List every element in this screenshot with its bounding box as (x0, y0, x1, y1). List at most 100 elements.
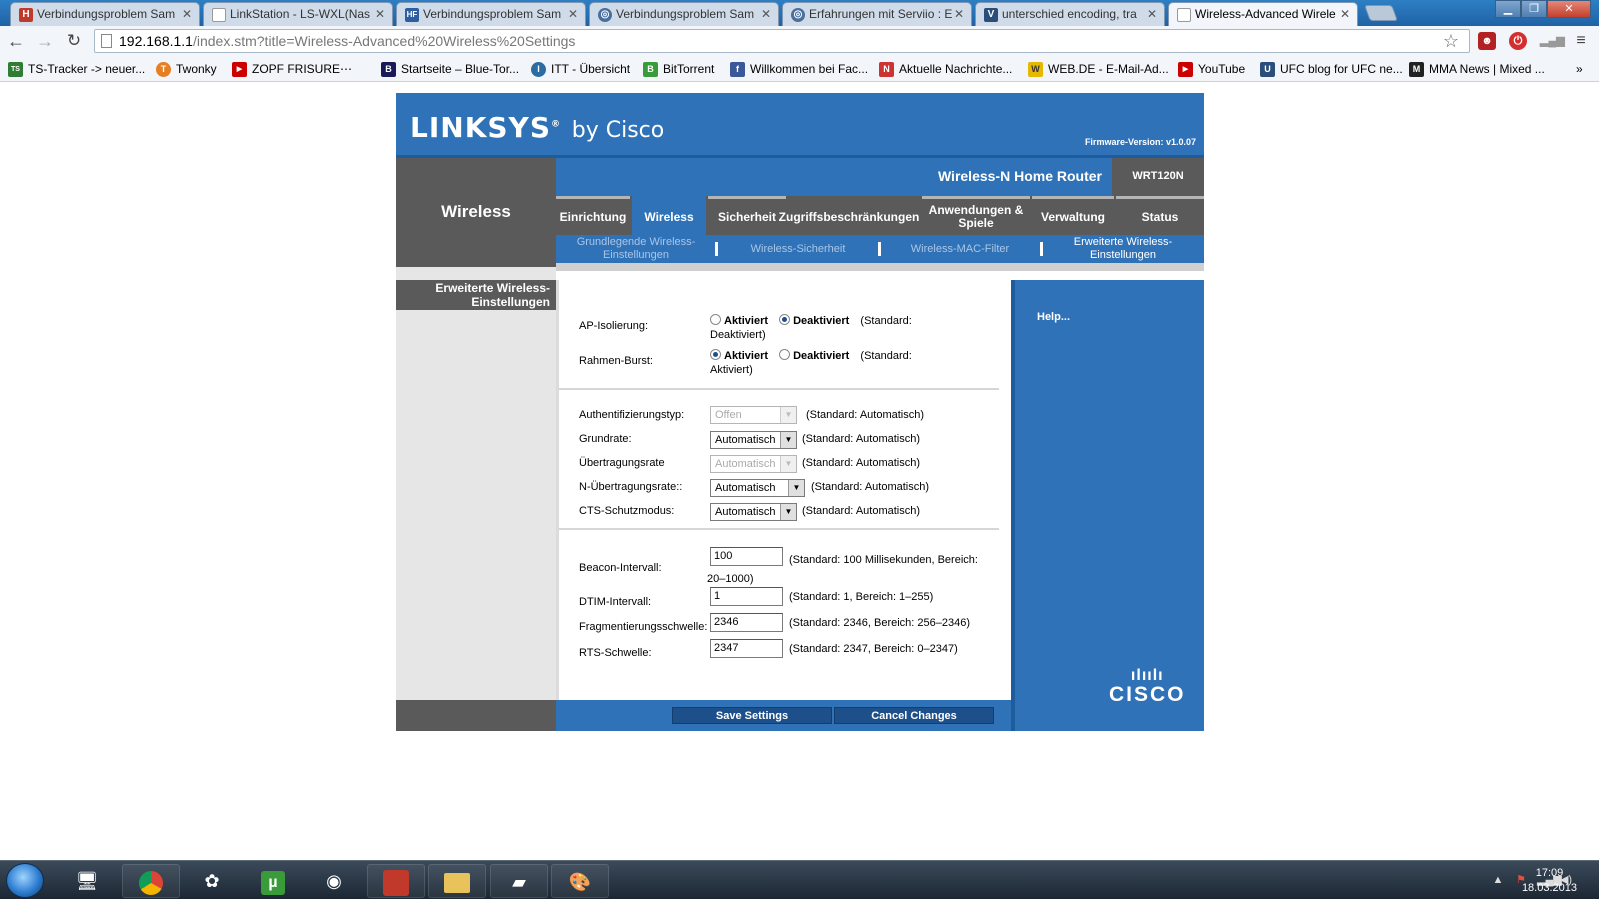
bookmark-ts-tracker[interactable]: TS TS-Tracker -> neuer... (8, 56, 145, 82)
close-icon[interactable]: ✕ (375, 3, 385, 26)
close-icon[interactable]: ✕ (761, 3, 771, 26)
tab-strip: H Verbindungsproblem Sam ✕ LinkStation -… (0, 0, 1599, 26)
close-icon[interactable]: ✕ (954, 3, 964, 26)
subtab-erweiterte[interactable]: Erweiterte Wireless-Einstellungen (1048, 235, 1198, 263)
new-tab-button[interactable] (1364, 5, 1398, 21)
dtim-input[interactable]: 1 (710, 587, 783, 606)
auth-type-select[interactable]: Offen ▼ (710, 406, 797, 424)
bookmark-blue-tor[interactable]: B Startseite – Blue-Tor... (381, 56, 519, 82)
tab-verbindungsproblem-3[interactable]: ◎ Verbindungsproblem Sam ✕ (589, 2, 779, 26)
media-player-icon[interactable]: ◉ (305, 864, 363, 898)
close-icon[interactable]: ✕ (568, 3, 578, 26)
tab-verbindungsproblem-2[interactable]: HF Verbindungsproblem Sam ✕ (396, 2, 586, 26)
extension-icon[interactable]: ☻ (1478, 32, 1496, 50)
tab-status[interactable]: Status (1116, 196, 1204, 235)
tab-zugriffsbeschraenkungen[interactable]: Zugriffsbeschränkungen (778, 196, 920, 235)
tab-title: Verbindungsproblem Sam (37, 7, 176, 21)
folder-icon[interactable] (428, 864, 486, 898)
tab-verbindungsproblem-1[interactable]: H Verbindungsproblem Sam ✕ (10, 2, 200, 26)
n-tx-rate-select[interactable]: Automatisch ▼ (710, 479, 805, 497)
tab-wireless-advanced[interactable]: Wireless-Advanced Wirele ✕ (1168, 2, 1358, 26)
star-icon[interactable]: ☆ (1443, 31, 1459, 52)
chrome-icon[interactable] (122, 864, 180, 898)
tab-verwaltung[interactable]: Verwaltung (1032, 196, 1114, 235)
bookmark-mma-news[interactable]: M MMA News | Mixed ... (1409, 56, 1545, 82)
minimize-button[interactable]: ▁ (1495, 0, 1521, 18)
page-favicon-icon (212, 8, 226, 22)
bookmark-nachrichten[interactable]: N Aktuelle Nachrichte... (879, 56, 1012, 82)
address-bar[interactable]: 192.168.1.1/index.stm?title=Wireless-Adv… (94, 29, 1470, 53)
cancel-changes-button[interactable]: Cancel Changes (834, 707, 994, 724)
tab-sicherheit[interactable]: Sicherheit (708, 196, 786, 235)
forward-icon[interactable]: → (35, 31, 55, 51)
clock[interactable]: 17:09 18.03.2013 (1522, 866, 1577, 896)
menu-icon[interactable]: ≡ (1572, 32, 1590, 50)
utorrent-icon[interactable]: µ (244, 864, 302, 898)
media-app-icon[interactable] (367, 864, 425, 898)
tx-rate-hint: (Standard: Automatisch) (802, 457, 921, 469)
tab-einrichtung[interactable]: Einrichtung (556, 196, 630, 235)
cisco-logo: ılıılı CISCO (1109, 667, 1186, 706)
reload-icon[interactable]: ↻ (64, 31, 84, 51)
basic-rate-label: Grundrate: (579, 433, 632, 445)
adblock-icon[interactable]: ⏻ (1509, 32, 1527, 50)
cts-mode-hint: (Standard: Automatisch) (802, 505, 921, 517)
chevron-down-icon: ▼ (780, 504, 796, 520)
bookmark-youtube[interactable]: ▶ YouTube (1178, 56, 1245, 82)
close-icon[interactable]: ✕ (182, 3, 192, 26)
youtube-icon: ▶ (1178, 62, 1193, 77)
bookmark-itt[interactable]: I ITT - Übersicht (531, 56, 630, 82)
close-icon[interactable]: ✕ (1147, 3, 1157, 26)
close-icon[interactable]: ✕ (1340, 3, 1350, 26)
frag-hint: (Standard: 2346, Bereich: 256–2346) (789, 617, 971, 629)
subtab-grundlegende[interactable]: Grundlegende Wireless-Einstellungen (562, 235, 710, 263)
cts-mode-select[interactable]: Automatisch ▼ (710, 503, 797, 521)
frame-burst-off-radio[interactable] (779, 349, 791, 360)
bookmark-facebook[interactable]: f Willkommen bei Fac... (730, 56, 868, 82)
back-icon[interactable]: ← (6, 31, 26, 51)
tab-unterschied-encoding[interactable]: V unterschied encoding, tra ✕ (975, 2, 1165, 26)
tab-wireless[interactable]: Wireless (632, 196, 706, 235)
tx-rate-select[interactable]: Automatisch ▼ (710, 455, 797, 473)
rts-input[interactable]: 2347 (710, 639, 783, 658)
taskbar: 🖥 ✿ µ ◉ ▰ 🎨 ▲ ⚑ ▂▄▆ ◀) 17:09 18.03.2013 (0, 860, 1599, 899)
footer-bar: Save Settings Cancel Changes (396, 700, 1011, 731)
start-button[interactable] (6, 863, 44, 898)
ap-isolation-on-radio[interactable] (710, 314, 721, 325)
bookmark-twonky[interactable]: T Twonky (156, 56, 217, 82)
frag-input[interactable]: 2346 (710, 613, 783, 632)
basic-rate-select[interactable]: Automatisch ▼ (710, 431, 797, 449)
basic-rate-hint: (Standard: Automatisch) (802, 433, 921, 445)
tx-rate-label: Übertragungsrate (579, 457, 665, 469)
settings-form: AP-Isolierung: Aktiviert Deaktiviert (St… (556, 280, 1011, 700)
close-window-button[interactable]: ✕ (1547, 0, 1591, 18)
bookmark-zopf-frisure[interactable]: ▶ ZOPF FRISURE⋯ (232, 56, 352, 82)
product-name: Wireless-N Home Router (937, 168, 1102, 184)
bookmark-ufc-blog[interactable]: U UFC blog for UFC ne... (1260, 56, 1403, 82)
bookmark-webde[interactable]: W WEB.DE - E-Mail-Ad... (1028, 56, 1169, 82)
beacon-label: Beacon-Intervall: (579, 562, 662, 574)
tab-linkstation[interactable]: LinkStation - LS-WXL(Nas ✕ (203, 2, 393, 26)
cts-mode-label: CTS-Schutzmodus: (579, 505, 675, 517)
games-icon[interactable]: ✿ (183, 864, 241, 898)
save-settings-button[interactable]: Save Settings (672, 707, 832, 724)
bookmark-bittorrent[interactable]: B BitTorrent (643, 56, 714, 82)
help-link[interactable]: Help... (1037, 311, 1070, 323)
subtab-mac-filter[interactable]: Wireless-MAC-Filter (886, 235, 1034, 263)
more-bookmarks-button[interactable]: » (1576, 56, 1583, 82)
router-header: LINKSYS® by Cisco Firmware-Version: v1.0… (396, 93, 1204, 158)
browser-toolbar: ← → ↻ 192.168.1.1/index.stm?title=Wirele… (0, 26, 1599, 56)
main-nav: Einrichtung Wireless Sicherheit Zugriffs… (556, 196, 1204, 235)
tab-erfahrungen-serviio[interactable]: ◎ Erfahrungen mit Serviio : E ✕ (782, 2, 972, 26)
explorer-pc-icon[interactable]: 🖥 (58, 864, 116, 898)
paint-icon[interactable]: 🎨 (551, 864, 609, 898)
device-icon[interactable]: ▰ (490, 864, 548, 898)
tab-anwendungen-spiele[interactable]: Anwendungen & Spiele (922, 196, 1030, 235)
signal-icon[interactable]: ▂▄▆ (1540, 32, 1565, 50)
page-section-label: Erweiterte Wireless-Einstellungen (396, 280, 556, 310)
maximize-button[interactable]: ❐ (1521, 0, 1547, 18)
ap-isolation-off-radio[interactable] (779, 314, 791, 325)
show-hidden-icon[interactable]: ▲ (1491, 873, 1505, 887)
frame-burst-on-radio[interactable] (710, 349, 721, 360)
subtab-wireless-sicherheit[interactable]: Wireless-Sicherheit (724, 235, 872, 263)
